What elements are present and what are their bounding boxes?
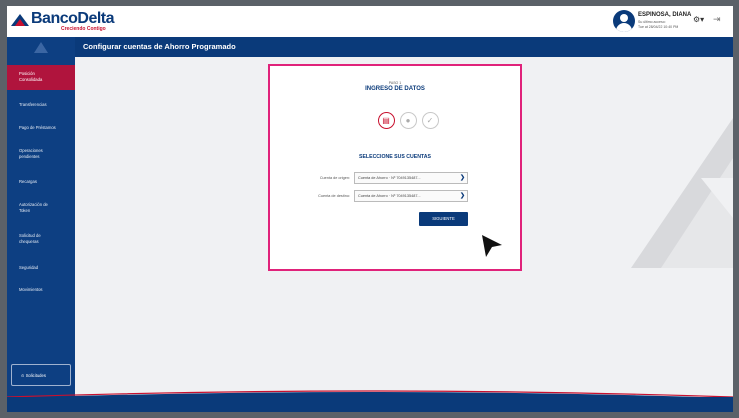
origin-account-label: Cuenta de origen: [319,176,350,180]
sidebar-item-pago-prestamos[interactable]: Pago de Préstamos [7,125,75,131]
sidebar-item-posicion-consolidada[interactable]: Posición Consolidada [7,65,75,90]
avatar[interactable] [613,10,635,32]
chevron-down-icon: ❯ [459,175,465,181]
footer [7,397,733,412]
sidebar-item-operaciones-pendientes[interactable]: Operaciones pendientes [7,148,75,160]
sidebar-item-label: Recargas [19,179,37,184]
step-3-circle: ✓ [422,112,439,129]
origin-account-row: Cuenta de origen: Cuenta de Ahorro · Nº … [270,172,520,184]
user-name: ESPINOSA, DIANA [638,12,692,18]
sidebar-item-label-2: pendientes [19,154,40,159]
lock-icon: ● [405,116,411,125]
step-2-circle: ● [400,112,417,129]
sidebar-item-label-2: Token [19,208,31,213]
logo-tagline: Creciendo Contigo [61,26,106,32]
sidebar-item-label: Pago de Préstamos [19,125,56,130]
bank-logo[interactable]: BancoDelta Creciendo Contigo [11,10,121,34]
stepper: ▤ ● ✓ [378,112,448,132]
dest-account-label: Cuenta de destino: [318,194,350,198]
delta-watermark-icon [631,118,733,268]
origin-account-value: Cuenta de Ahorro · Nº 7049135487... [358,176,421,180]
mouse-cursor-icon [482,235,502,257]
step-label: PASO 1 [388,81,402,85]
dest-account-select[interactable]: Cuenta de Ahorro · Nº 7049135487... ❯ [354,190,468,202]
gear-icon[interactable]: ⚙▾ [693,15,704,24]
sidebar-item-solicitud-chequeras[interactable]: Solicitud de chequeras [7,233,75,245]
step-1-circle: ▤ [378,112,395,129]
avatar-head [620,14,628,22]
user-area: ESPINOSA, DIANA Su último acceso: Tue at… [613,10,725,34]
delta-logo-icon [11,14,29,26]
step-title: INGRESO DE DATOS [365,86,425,92]
sidebar-item-recargas[interactable]: Recargas [7,179,75,185]
solicitudes-button[interactable]: ⊙ Solicitudes [11,364,71,386]
sidebar-item-label: Transferencias [19,102,47,107]
clipboard-icon: ⊙ [21,373,25,378]
screen-frame-right [733,0,739,418]
select-accounts-heading: SELECCIONE SUS CUENTAS [359,154,431,160]
solicitudes-label: Solicitudes [25,373,46,378]
document-icon: ▤ [382,116,390,125]
screen-frame-left [0,0,7,418]
title-bar: Configurar cuentas de Ahorro Programado [7,37,733,57]
sidebar-item-label-2: Consolidada [19,77,43,82]
top-header: BancoDelta Creciendo Contigo ESPINOSA, D… [7,6,733,37]
last-access-date: Tue at 28/04/22 10:40 PM [638,25,679,29]
sidebar-logo-icon [34,42,48,53]
page-title: Configurar cuentas de Ahorro Programado [83,42,236,51]
logout-icon[interactable]: ⇥ [713,14,721,25]
sidebar-item-movimientos[interactable]: Movimientos [7,287,75,293]
origin-account-select[interactable]: Cuenta de Ahorro · Nº 7049135487... ❯ [354,172,468,184]
sidebar-item-transferencias[interactable]: Transferencias [7,102,75,108]
bank-app: BancoDelta Creciendo Contigo ESPINOSA, D… [7,6,733,412]
sidebar-item-label-2: chequeras [19,239,39,244]
sidebar-item-label: Seguridad [19,265,39,270]
check-icon: ✓ [426,116,434,125]
dest-account-value: Cuenta de Ahorro · Nº 7049135487... [358,194,421,198]
sidebar-item-autorizacion-token[interactable]: Autorización de Token [7,202,75,214]
next-button[interactable]: SIGUIENTE [419,212,468,226]
dest-account-row: Cuenta de destino: Cuenta de Ahorro · Nº… [270,190,520,202]
sidebar-item-label: Movimientos [19,287,43,292]
sidebar: Posición Consolidada Transferencias Pago… [7,37,75,397]
avatar-body [616,23,632,32]
main-content: PASO 1 INGRESO DE DATOS ▤ ● ✓ SELECCIONE… [75,57,733,397]
user-last-access: Su último acceso: Tue at 28/04/22 10:40 … [638,20,678,30]
sidebar-item-seguridad[interactable]: Seguridad [7,265,75,271]
chevron-down-icon: ❯ [459,193,465,199]
